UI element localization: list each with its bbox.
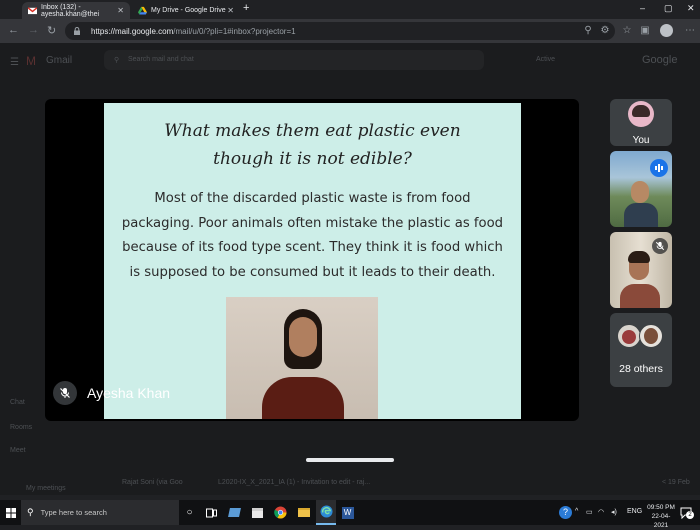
site-settings-icon[interactable]: ⚙ <box>599 25 611 37</box>
menu-icon: ☰ <box>10 57 19 68</box>
cortana-icon[interactable]: ○ <box>181 504 198 521</box>
minimize-button[interactable]: – <box>640 3 645 13</box>
file-explorer-icon[interactable] <box>295 504 312 521</box>
slide-title: What makes them eat plastic even though … <box>124 117 501 173</box>
tab-drive[interactable]: My Drive - Google Drive ✕ <box>132 2 240 19</box>
participant-body <box>624 203 658 227</box>
network-icon[interactable]: ◠ <box>598 508 604 516</box>
gmail-logo-icon: M <box>26 54 36 68</box>
gmail-favicon-icon <box>28 7 37 15</box>
address-bar[interactable]: https://mail.google.com/mail/u/0/?pli=1#… <box>65 22 615 40</box>
gesture-bar <box>306 458 394 462</box>
mic-off-icon <box>53 381 77 405</box>
search-icon: ⚲ <box>114 57 120 64</box>
speaker-camera-feed <box>226 297 378 419</box>
slide-title-line-2: though it is not edible? <box>213 149 412 169</box>
close-window-button[interactable]: ✕ <box>687 3 695 14</box>
slide-title-line-1: What makes them eat plastic even <box>164 121 461 141</box>
word-icon[interactable]: W <box>339 504 356 521</box>
store-icon[interactable] <box>249 504 266 521</box>
back-arrow-icon[interactable]: ← <box>8 24 19 36</box>
windows-start-icon[interactable] <box>2 504 19 521</box>
forward-arrow-icon[interactable]: → <box>28 24 39 36</box>
gmail-search-box: ⚲ Search mail and chat <box>104 50 484 70</box>
edge-icon[interactable] <box>316 500 336 525</box>
clock[interactable]: 09:50 PM 22-04-2021 <box>645 503 677 530</box>
url-path: /mail/u/0/?pli=1#inbox?projector=1 <box>173 26 296 36</box>
speaker-name: Ayesha Khan <box>87 385 171 401</box>
maximize-button[interactable]: ▢ <box>664 3 673 14</box>
show-hidden-icons-icon[interactable]: ^ <box>575 508 578 515</box>
tab-title: My Drive - Google Drive <box>151 7 226 14</box>
sidebar-chat-label: Chat <box>10 399 25 406</box>
participant-body <box>620 284 660 308</box>
row-date: < 19 Feb <box>662 479 690 486</box>
app-icon[interactable] <box>226 504 243 521</box>
tab-inbox[interactable]: Inbox (132) - ayesha.khan@thei ✕ <box>22 2 130 19</box>
task-view-icon[interactable] <box>203 504 220 521</box>
slide-body-text: Most of the discarded plastic waste is f… <box>121 191 504 280</box>
self-label: You <box>632 135 650 146</box>
speaker-face <box>289 317 317 357</box>
chrome-icon[interactable] <box>272 504 289 521</box>
volume-icon[interactable]: ◂) <box>611 508 617 516</box>
gmail-search-placeholder: Search mail and chat <box>128 56 194 63</box>
others-tile[interactable]: 28 others <box>610 313 672 387</box>
participant-hair <box>628 251 650 263</box>
google-brand: Google <box>642 54 678 66</box>
reload-icon[interactable]: ↻ <box>47 24 56 37</box>
close-tab-icon[interactable]: ✕ <box>117 6 124 15</box>
profile-avatar[interactable] <box>660 24 673 37</box>
mic-off-icon <box>652 238 668 254</box>
speaking-indicator-icon <box>650 159 668 177</box>
language-indicator[interactable]: ENG <box>627 508 642 515</box>
new-tab-button[interactable]: + <box>243 2 249 14</box>
search-icon: ⚲ <box>27 507 34 517</box>
self-tile[interactable]: You <box>610 99 672 146</box>
notifications-icon[interactable]: 2 <box>680 506 694 520</box>
speaker-name-tag: Ayesha Khan <box>53 381 170 405</box>
row-subject: L2020-IX_X_2021_IA (1) - Invitation to e… <box>218 479 371 486</box>
gmail-app-name: Gmail <box>46 55 73 66</box>
favorite-star-icon[interactable]: ☆ <box>621 25 633 37</box>
windows-taskbar: ⚲ Type here to search ○ W ? ^ ▭ ◠ ◂) ENG… <box>0 500 700 529</box>
lock-icon <box>74 27 80 35</box>
help-icon[interactable]: ? <box>557 504 574 521</box>
clock-time: 09:50 PM <box>647 504 675 511</box>
close-tab-icon[interactable]: ✕ <box>227 6 234 15</box>
url-host: https://mail.google.com <box>91 26 174 36</box>
other-avatar-2-figure <box>644 328 658 344</box>
my-meetings-label: My meetings <box>26 485 66 492</box>
clock-date: 22-04-2021 <box>651 513 671 529</box>
sidebar-rooms-label: Rooms <box>10 424 33 431</box>
participant-face <box>631 181 649 203</box>
presentation-stage: What makes them eat plastic even though … <box>45 99 579 421</box>
participant-tile-2[interactable] <box>610 232 672 308</box>
status-label: Active <box>536 56 556 63</box>
self-avatar-hair <box>632 105 650 117</box>
participant-tile-1[interactable] <box>610 151 672 227</box>
taskbar-search-box[interactable]: ⚲ Type here to search <box>21 500 179 525</box>
sidebar-meet-label: Meet <box>10 447 26 454</box>
browser-toolbar: ← → ↻ https://mail.google.com/mail/u/0/?… <box>0 19 700 43</box>
speaker-body <box>262 377 344 419</box>
other-avatar-1-figure <box>622 330 636 344</box>
drive-favicon-icon <box>138 6 147 15</box>
others-count-label: 28 others <box>619 363 663 375</box>
collections-icon[interactable]: ▣ <box>639 25 651 37</box>
more-menu-icon[interactable]: ⋯ <box>684 25 696 37</box>
battery-icon[interactable]: ▭ <box>586 508 593 516</box>
presented-slide: What makes them eat plastic even though … <box>104 103 521 419</box>
row-sender: Rajat Soni (via Goo <box>122 479 183 486</box>
zoom-icon[interactable]: ⚲ <box>582 25 594 37</box>
notification-count-badge: 2 <box>686 511 694 519</box>
browser-tab-bar: Inbox (132) - ayesha.khan@thei ✕ My Driv… <box>0 0 700 19</box>
taskbar-search-placeholder: Type here to search <box>40 508 107 517</box>
